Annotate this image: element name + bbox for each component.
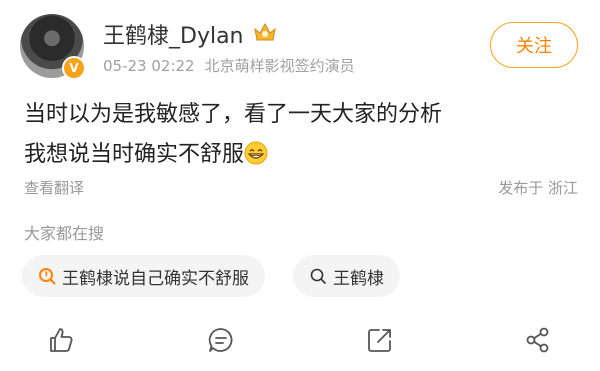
post-meta: 05-23 02:22 北京萌样影视签约演员 bbox=[103, 55, 355, 76]
post-line-2-wrap: 我想说当时确实不舒服 bbox=[24, 135, 442, 175]
trending-chip-1-label: 王鹤棣说自己确实不舒服 bbox=[62, 268, 249, 289]
trending-heading: 大家都在搜 bbox=[24, 224, 105, 243]
repost-icon[interactable] bbox=[366, 326, 394, 354]
post-line-1: 当时以为是我敏感了，看了一天大家的分析 bbox=[24, 102, 443, 127]
comment-icon[interactable] bbox=[207, 326, 235, 354]
trending-chip-1[interactable]: 王鹤棣说自己确实不舒服 bbox=[22, 255, 265, 297]
translate-link[interactable]: 查看翻译 bbox=[24, 177, 84, 198]
like-icon[interactable] bbox=[47, 326, 75, 354]
trending-chip-2[interactable]: 王鹤棣 bbox=[293, 255, 400, 297]
post-time: 05-23 02:22 bbox=[103, 57, 195, 75]
trending-chip-2-label: 王鹤棣 bbox=[333, 268, 384, 289]
grin-emoji-icon bbox=[244, 141, 268, 165]
post-content: 当时以为是我敏感了，看了一天大家的分析 我想说当时确实不舒服 bbox=[24, 95, 442, 175]
follow-button[interactable]: 关注 bbox=[490, 22, 578, 68]
search-icon bbox=[310, 268, 326, 284]
post-location: 发布于 浙江 bbox=[498, 179, 578, 197]
user-title: 北京萌样影视签约演员 bbox=[204, 57, 355, 75]
username[interactable]: 王鹤棣_Dylan bbox=[103, 18, 244, 50]
hot-search-icon bbox=[39, 268, 56, 285]
verified-badge-icon: V bbox=[62, 56, 86, 80]
avatar[interactable]: V bbox=[20, 14, 86, 80]
vip-crown-icon bbox=[254, 22, 276, 41]
share-icon[interactable] bbox=[524, 326, 552, 354]
post-line-2: 我想说当时确实不舒服 bbox=[24, 142, 245, 167]
